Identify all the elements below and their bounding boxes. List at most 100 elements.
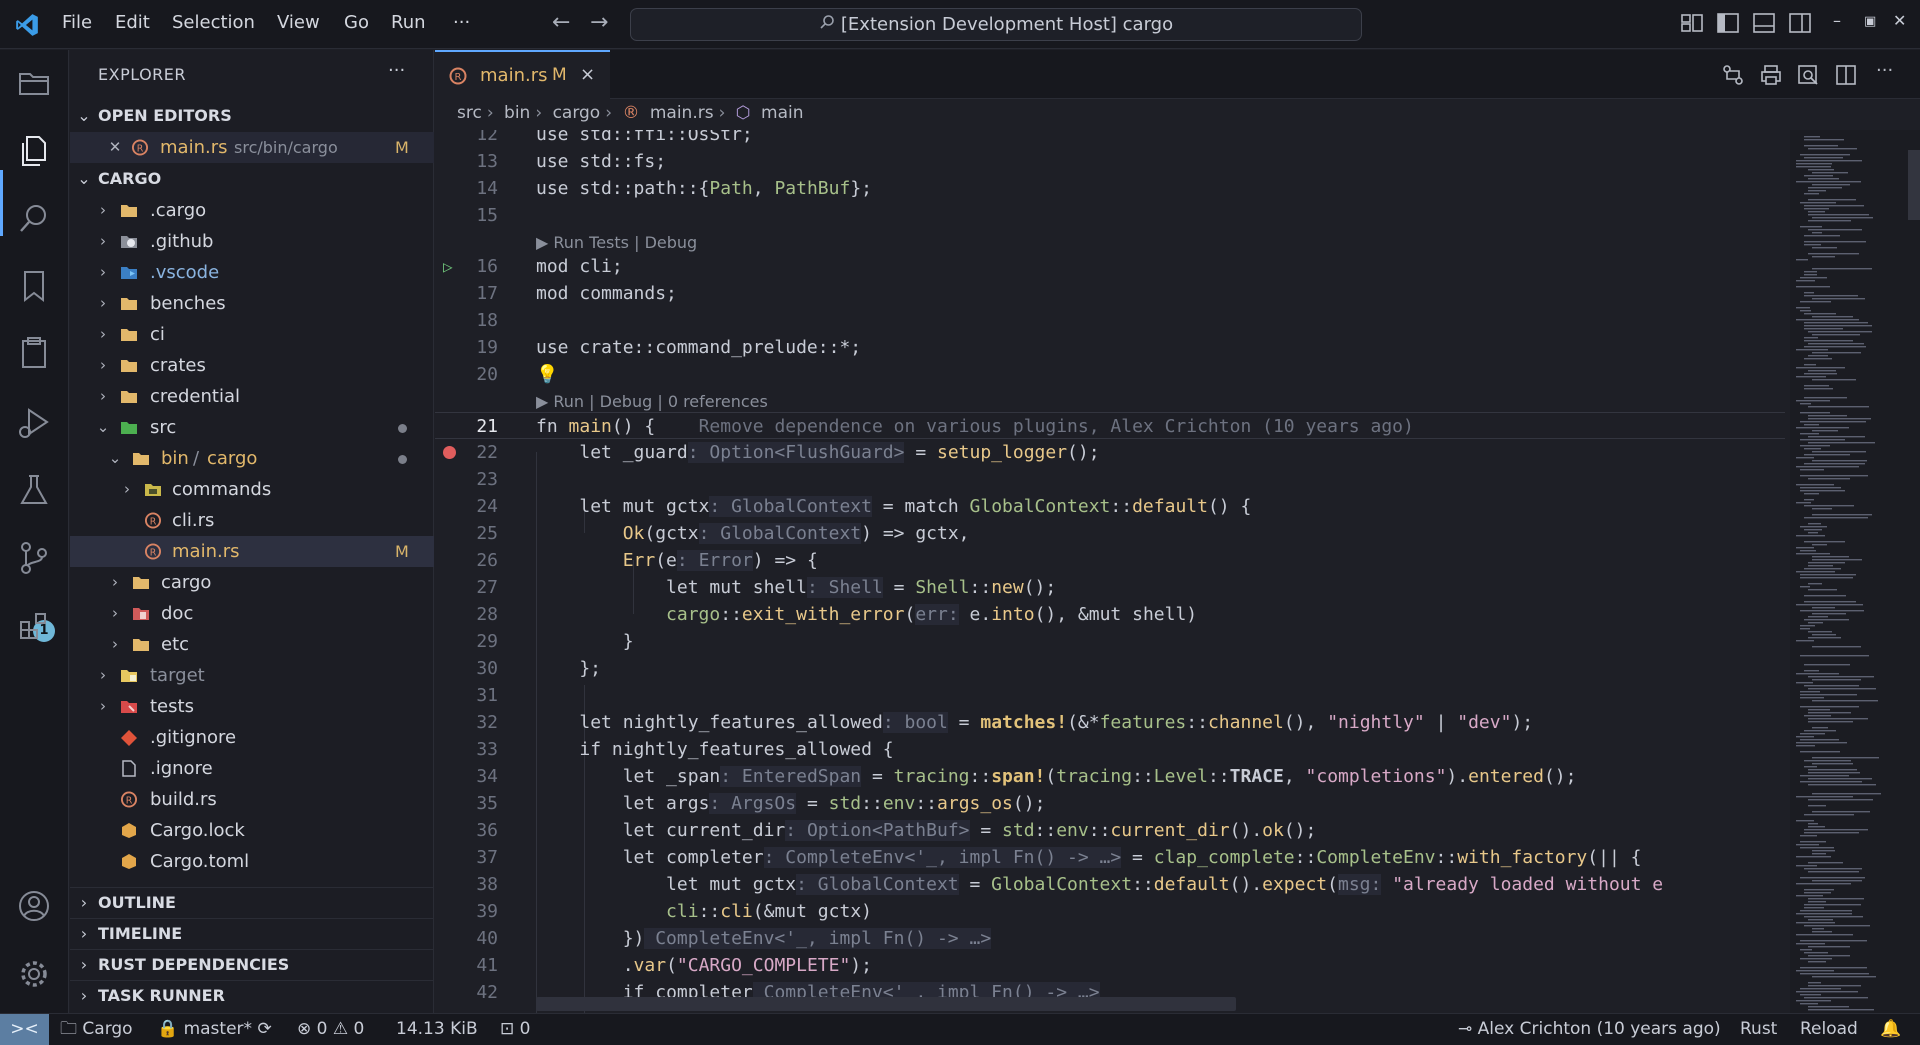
source-control-icon[interactable] (16, 540, 52, 576)
open-changes-icon[interactable] (1721, 63, 1745, 87)
menu-go[interactable]: Go (344, 12, 369, 33)
tree-file-cli-rs[interactable]: R cli.rs (70, 505, 434, 536)
breadcrumb-item[interactable]: main (761, 103, 803, 123)
tree-file-main-rs[interactable]: R main.rs M (70, 536, 434, 567)
breadcrumb-item[interactable]: cargo (553, 103, 601, 123)
minimap-line (1800, 697, 1824, 699)
menu-view[interactable]: View (277, 12, 320, 33)
outline-section[interactable]: › OUTLINE (70, 887, 434, 917)
tree-folder-ci[interactable]: › ci (70, 319, 434, 350)
minimap-line (1808, 229, 1862, 231)
lightbulb-icon[interactable]: 💡 (536, 361, 558, 388)
rust-dependencies-section[interactable]: › RUST DEPENDENCIES (70, 949, 434, 979)
tree-folder-src[interactable]: ⌄ src (70, 412, 434, 443)
open-editors-header[interactable]: ⌄ OPEN EDITORS (70, 101, 434, 131)
print-icon[interactable] (1759, 63, 1783, 87)
customize-layout-icon[interactable] (1680, 12, 1704, 34)
menu-selection[interactable]: Selection (172, 12, 255, 33)
minimap[interactable] (1790, 130, 1920, 1013)
reload-button[interactable]: Reload (1800, 1014, 1858, 1045)
close-window-icon[interactable]: ✕ (1893, 11, 1906, 30)
menu-run[interactable]: Run (391, 12, 426, 33)
tree-file-gitignore[interactable]: .gitignore (70, 722, 434, 753)
minimap-line (1800, 610, 1864, 612)
account-icon[interactable] (16, 888, 52, 924)
tree-folder-cargo-dir[interactable]: › .cargo (70, 195, 434, 226)
maximize-icon[interactable]: ▣ (1864, 14, 1876, 29)
tree-file-cargo-toml[interactable]: Cargo.toml (70, 846, 434, 877)
code-lens-tests[interactable]: ▶ Run Tests | Debug (435, 229, 1785, 253)
breadcrumb-item[interactable]: main.rs (650, 103, 714, 123)
toggle-secondary-sidebar-icon[interactable] (1788, 12, 1812, 34)
branch-status[interactable]: 🔒 master* ⟳ (157, 1014, 272, 1045)
tree-folder-credential[interactable]: › credential (70, 381, 434, 412)
tree-folder-bin-cargo[interactable]: ⌄ bin / cargo (70, 443, 434, 474)
run-debug-icon[interactable] (16, 405, 52, 441)
blame-status[interactable]: ⊸ Alex Crichton (10 years ago) (1458, 1014, 1721, 1045)
project-status[interactable]: 🗀 Cargo (60, 1014, 133, 1045)
settings-gear-icon[interactable] (16, 956, 52, 992)
minimap-line (1808, 784, 1876, 786)
minimize-icon[interactable]: – (1833, 11, 1841, 30)
testing-flask-icon[interactable] (16, 472, 52, 508)
tree-folder-doc[interactable]: › doc (70, 598, 434, 629)
tree-folder-target[interactable]: › target (70, 660, 434, 691)
timeline-section[interactable]: › TIMELINE (70, 918, 434, 948)
explorer-more-button[interactable]: ··· (388, 60, 405, 81)
breadcrumb-item[interactable]: src (457, 103, 482, 123)
minimap-line (1812, 727, 1828, 729)
minimap-line (1804, 244, 1821, 246)
extensions-icon[interactable] (16, 608, 52, 644)
horizontal-scrollbar[interactable] (536, 997, 1236, 1011)
open-editor-item[interactable]: ✕ R main.rs src/bin/cargo M (70, 132, 434, 163)
clipboard-icon[interactable] (16, 335, 52, 371)
minimap-line (1800, 691, 1820, 693)
language-mode[interactable]: Rust (1740, 1014, 1777, 1045)
split-editor-icon[interactable] (1834, 63, 1858, 87)
tree-folder-commands[interactable]: › commands (70, 474, 434, 505)
tree-file-build-rs[interactable]: R build.rs (70, 784, 434, 815)
files-folder-icon[interactable] (16, 65, 52, 101)
menu-file[interactable]: File (62, 12, 92, 33)
back-arrow-icon[interactable]: ← (552, 10, 570, 35)
command-center[interactable]: [Extension Development Host] cargo (630, 8, 1362, 41)
folder-icon (121, 205, 137, 217)
more-actions-icon[interactable]: ··· (1876, 60, 1900, 84)
menu-edit[interactable]: Edit (115, 12, 150, 33)
tree-folder-tests[interactable]: › tests (70, 691, 434, 722)
ports-status[interactable]: ⊡ 0 (500, 1014, 530, 1045)
minimap-line (1804, 916, 1863, 918)
forward-arrow-icon[interactable]: → (590, 10, 608, 35)
tree-file-cargo-lock[interactable]: Cargo.lock (70, 815, 434, 846)
minimap-line (1808, 253, 1859, 255)
minimap-line (1808, 343, 1864, 345)
cargo-root-header[interactable]: ⌄ CARGO (70, 164, 434, 194)
toggle-panel-icon[interactable] (1752, 12, 1776, 34)
chevron-right-icon: › (112, 573, 118, 591)
code-editor[interactable]: 12 use std::ffi::OsStr; 13 use std::fs; 14… (435, 130, 1785, 1013)
tab-close-icon[interactable]: × (580, 64, 595, 85)
code-lens-run[interactable]: ▶ Run | Debug | 0 references (435, 388, 1785, 412)
minimap-line (1812, 679, 1861, 681)
remote-indicator[interactable]: >< (0, 1014, 49, 1045)
notifications-bell-icon[interactable]: 🔔 (1880, 1014, 1901, 1045)
bookmark-icon[interactable] (16, 268, 52, 304)
search-icon[interactable] (16, 200, 52, 236)
toggle-primary-sidebar-icon[interactable] (1716, 12, 1740, 34)
tab-main-rs[interactable]: R main.rs M × (435, 50, 610, 100)
tree-folder-benches[interactable]: › benches (70, 288, 434, 319)
tree-folder-etc[interactable]: › etc (70, 629, 434, 660)
tree-folder-vscode[interactable]: › .vscode (70, 257, 434, 288)
menu-more[interactable]: ··· (453, 12, 470, 33)
tree-file-ignore[interactable]: .ignore (70, 753, 434, 784)
explorer-icon[interactable] (16, 133, 52, 169)
tree-folder-crates[interactable]: › crates (70, 350, 434, 381)
tree-folder-cargo-sub[interactable]: › cargo (70, 567, 434, 598)
tree-folder-github[interactable]: › .github (70, 226, 434, 257)
code-line: 20 💡 (435, 361, 1785, 388)
close-icon[interactable]: ✕ (106, 132, 124, 163)
preview-search-icon[interactable] (1796, 63, 1820, 87)
breadcrumb-item[interactable]: bin (504, 103, 530, 123)
problems-status[interactable]: ⊗ 0 ⚠ 0 (297, 1014, 364, 1045)
task-runner-section[interactable]: › TASK RUNNER (70, 980, 434, 1010)
